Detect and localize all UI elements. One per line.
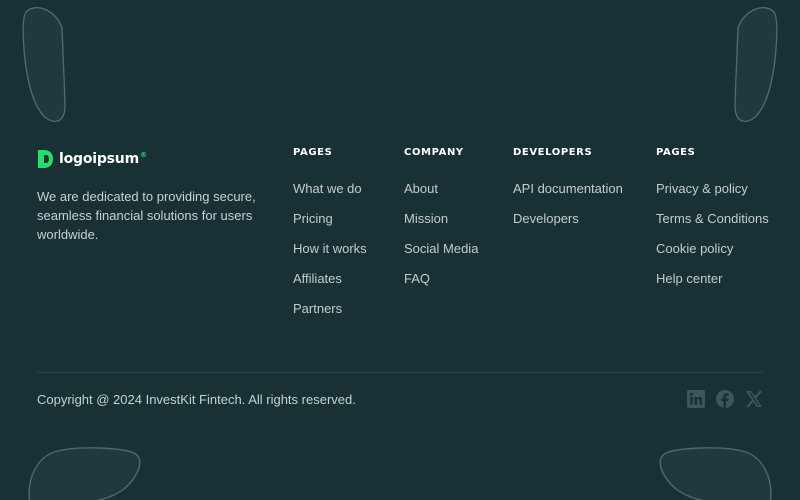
footer-link-help-center[interactable]: Help center bbox=[656, 271, 769, 286]
footer-link-about[interactable]: About bbox=[404, 181, 478, 196]
footer-link-affiliates[interactable]: Affiliates bbox=[293, 271, 367, 286]
footer-link-cookie-policy[interactable]: Cookie policy bbox=[656, 241, 769, 256]
logo[interactable]: logoipsum® bbox=[37, 148, 267, 170]
x-icon[interactable] bbox=[745, 390, 763, 408]
registered-mark: ® bbox=[139, 151, 147, 160]
decorative-shape-bottom-left bbox=[28, 447, 141, 500]
facebook-icon[interactable] bbox=[716, 390, 734, 408]
footer-link-pricing[interactable]: Pricing bbox=[293, 211, 367, 226]
footer-link-terms-conditions[interactable]: Terms & Conditions bbox=[656, 211, 769, 226]
footer-link-social-media[interactable]: Social Media bbox=[404, 241, 478, 256]
footer-column-legal-pages: PAGES Privacy & policy Terms & Condition… bbox=[656, 147, 769, 301]
column-heading: PAGES bbox=[656, 147, 696, 158]
column-heading: COMPANY bbox=[404, 147, 464, 158]
decorative-shape-top-right bbox=[734, 7, 778, 123]
footer-link-mission[interactable]: Mission bbox=[404, 211, 478, 226]
footer-link-developers[interactable]: Developers bbox=[513, 211, 623, 226]
decorative-shape-top-left bbox=[22, 7, 66, 123]
footer-link-faq[interactable]: FAQ bbox=[404, 271, 478, 286]
logo-mark-icon bbox=[38, 150, 53, 168]
social-links bbox=[687, 390, 763, 408]
footer-link-what-we-do[interactable]: What we do bbox=[293, 181, 367, 196]
footer-column-developers: DEVELOPERS API documentation Developers bbox=[513, 147, 623, 241]
footer-divider bbox=[37, 372, 763, 373]
brand-tagline: We are dedicated to providing secure, se… bbox=[37, 189, 256, 242]
footer-link-partners[interactable]: Partners bbox=[293, 301, 367, 316]
logo-text: logoipsum® bbox=[59, 151, 147, 167]
column-heading: PAGES bbox=[293, 147, 333, 158]
linkedin-icon[interactable] bbox=[687, 390, 705, 408]
footer-column-company: COMPANY About Mission Social Media FAQ bbox=[404, 147, 478, 301]
footer-link-privacy-policy[interactable]: Privacy & policy bbox=[656, 181, 769, 196]
column-heading: DEVELOPERS bbox=[513, 147, 593, 158]
footer-link-how-it-works[interactable]: How it works bbox=[293, 241, 367, 256]
footer-column-pages: PAGES What we do Pricing How it works Af… bbox=[293, 147, 367, 331]
footer-brand: logoipsum® We are dedicated to providing… bbox=[37, 148, 267, 244]
copyright-text: Copyright @ 2024 InvestKit Fintech. All … bbox=[37, 392, 356, 407]
footer-link-api-documentation[interactable]: API documentation bbox=[513, 181, 623, 196]
decorative-shape-bottom-right bbox=[659, 447, 772, 500]
